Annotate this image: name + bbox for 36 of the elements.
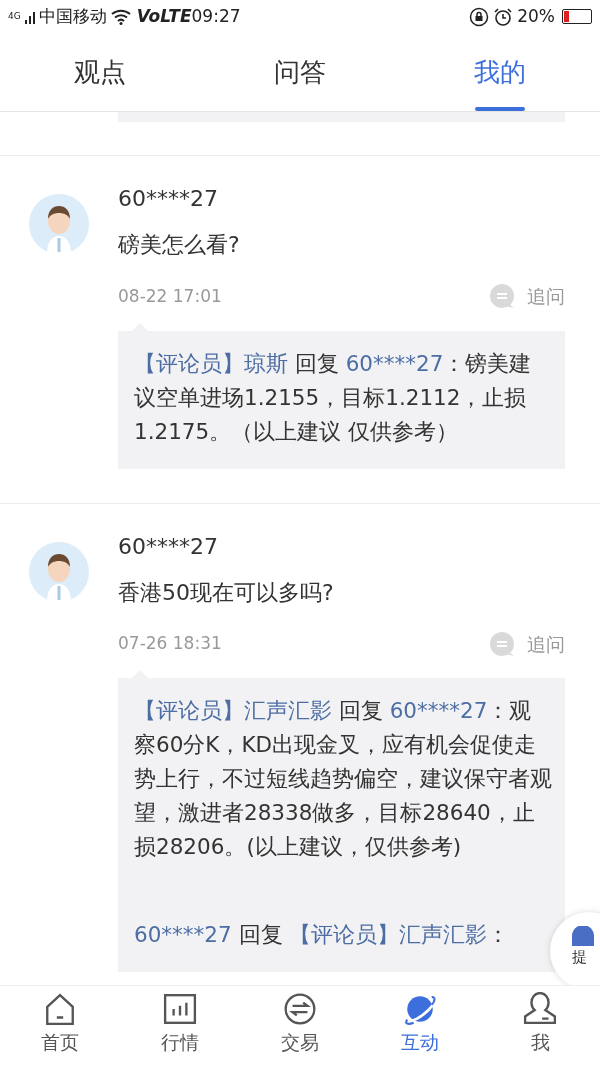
- home-icon: [43, 992, 77, 1026]
- post-time: 08-22 17:01: [118, 284, 222, 308]
- signal-icon: [24, 9, 35, 24]
- battery-percent: 20%: [517, 4, 555, 28]
- nav-tab[interactable]: 我: [480, 986, 600, 1067]
- chart-icon: [163, 992, 197, 1026]
- reply-text: 60****27 回复 【评论员】汇声汇影：: [134, 921, 511, 949]
- avatar-icon: [29, 194, 89, 254]
- volte-label: VoLTE: [136, 4, 192, 28]
- person-icon: [523, 992, 557, 1026]
- tab[interactable]: 问答: [200, 33, 400, 111]
- network-label: 4G: [8, 9, 21, 23]
- alarm-icon: [493, 6, 514, 27]
- reply-text: 【评论员】汇声汇影 回复 60****27：观察60分K，KD出现金叉，应有机会促使走势上行，不过短线趋势偏空，建议保守者观望，激进者28338做多，目标28640，止损28206。(以上建议，仅供参考): [134, 697, 553, 861]
- avatar-icon: [29, 541, 89, 602]
- nav-tab[interactable]: 行情: [120, 986, 240, 1067]
- exchange-icon: [283, 992, 317, 1026]
- ask-question-button[interactable]: 提: [550, 912, 600, 985]
- reply-text: 【评论员】琼斯 回复 60****27：镑美建议空单进场1.2155，目标1.2112，止损1.2175。（以上建议 仅供参考）: [134, 349, 533, 446]
- rotation-lock-icon: [469, 6, 490, 27]
- post-time: 07-26 18:31: [118, 632, 222, 655]
- carrier-name: 中国移动: [38, 4, 107, 28]
- battery-icon: [562, 9, 592, 24]
- username: 60****27: [118, 532, 219, 561]
- wifi-icon: [110, 8, 133, 25]
- status-time: 09:27: [191, 4, 241, 28]
- tab[interactable]: 我的: [400, 33, 600, 111]
- nav-tab[interactable]: 互动: [360, 986, 480, 1067]
- username: 60****27: [118, 185, 219, 213]
- chat-bubble-icon: [489, 284, 515, 309]
- nav-tab[interactable]: 首页: [0, 986, 120, 1067]
- nav-tab[interactable]: 交易: [240, 986, 360, 1067]
- tab[interactable]: 观点: [0, 33, 200, 111]
- chat-bubble-icon: [489, 631, 515, 656]
- question-text: 香港50现在可以多吗?: [118, 578, 335, 607]
- question-text: 磅美怎么看?: [118, 231, 241, 259]
